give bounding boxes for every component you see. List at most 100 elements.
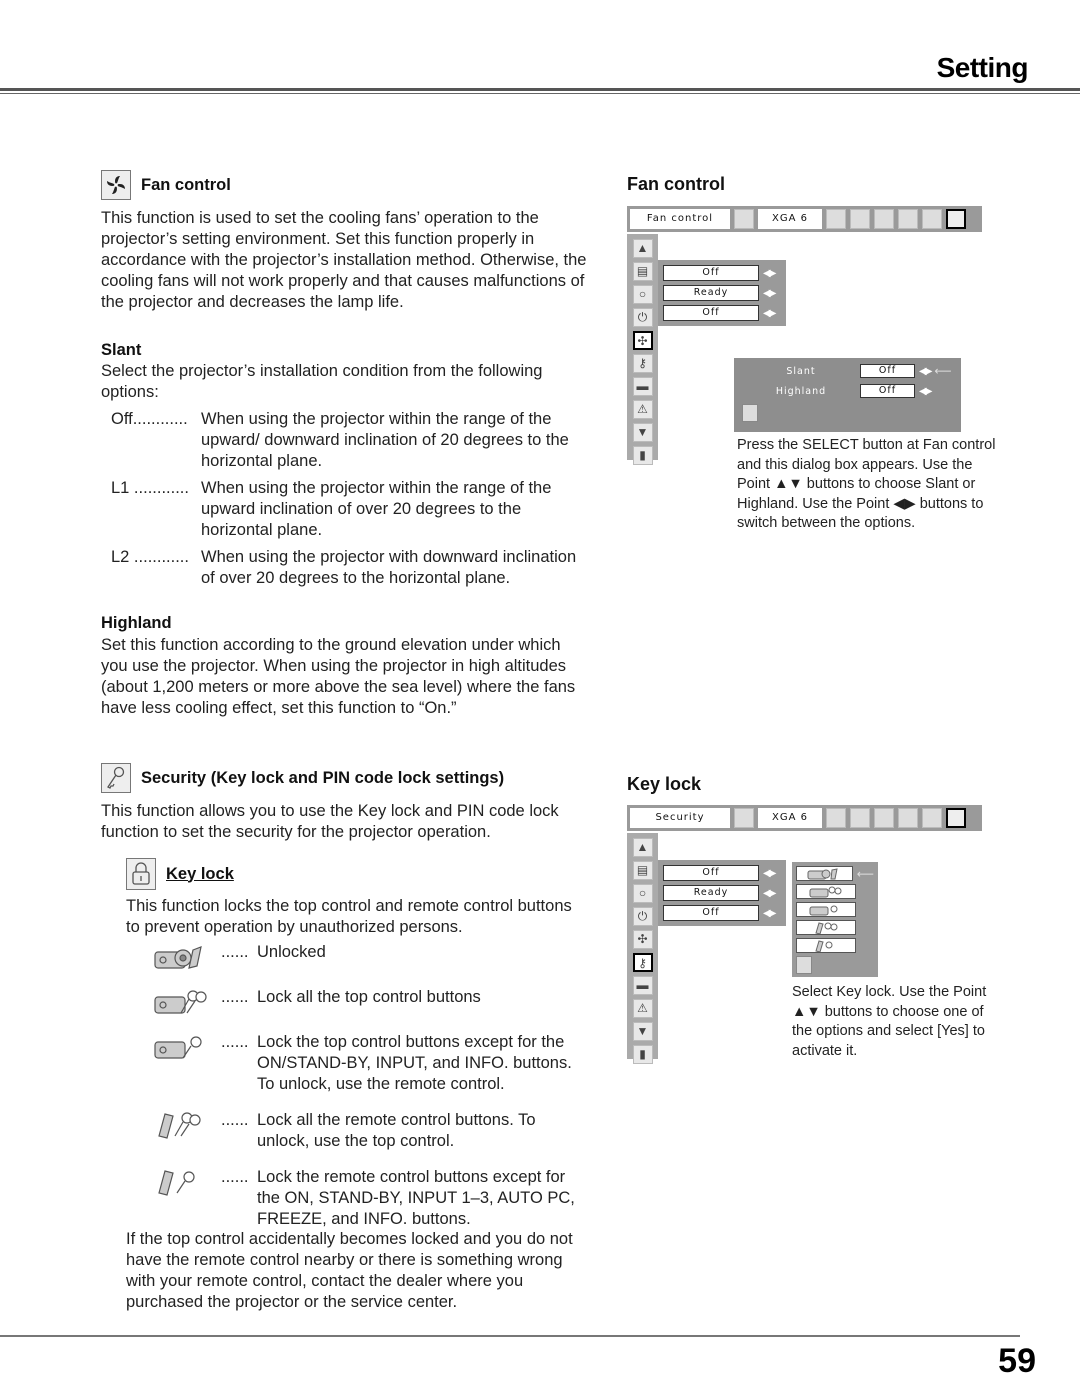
left-right-arrows-icon: ◀▶: [763, 267, 776, 279]
slant-option-desc: When using the projector within the rang…: [201, 410, 569, 470]
keylock-option-desc: Lock the top control buttons except for …: [257, 1033, 572, 1093]
back-arrow-icon: ⟵: [934, 364, 952, 378]
left-right-arrows-icon: ◀▶: [919, 365, 932, 377]
remote-partial-lock-icon[interactable]: [796, 938, 856, 953]
menu-field[interactable]: Off ◀▶: [663, 305, 781, 321]
setting-icon[interactable]: [946, 209, 966, 229]
slant-heading: Slant: [101, 341, 142, 359]
fan-menu-heading: Fan control: [627, 174, 725, 194]
keylock-intro: This function locks the top control and …: [126, 897, 572, 936]
screen-icon[interactable]: [898, 209, 918, 229]
color-balls-icon[interactable]: [850, 808, 870, 828]
security-intro: This function allows you to use the Key …: [101, 802, 559, 841]
screen-icon[interactable]: [898, 808, 918, 828]
menu-field[interactable]: Off ◀▶: [663, 265, 781, 281]
fan-icon[interactable]: ✣: [632, 331, 653, 350]
keylock-option: ...... Lock all the remote control button…: [141, 1110, 591, 1152]
fan-menu-sidebar: ▲ ▤ ○ ⏻ ✣ ⚷ ▬ ⚠ ▼ ▮: [627, 234, 658, 465]
highland-text: Set this function according to the groun…: [101, 636, 576, 717]
projector-partial-lock-icon: [154, 1036, 202, 1059]
remote-partial-lock-icon: [158, 1170, 195, 1196]
fan-control-heading: Fan control: [101, 170, 231, 200]
color-balls-icon[interactable]: [850, 209, 870, 229]
image-adjust-icon[interactable]: [874, 808, 894, 828]
computer-input-icon[interactable]: [734, 209, 754, 229]
warning-icon[interactable]: ⚠: [632, 400, 653, 419]
menu-field[interactable]: Ready ◀▶: [663, 285, 781, 301]
power-plug-icon[interactable]: ⏻: [632, 308, 653, 327]
slant-option: L2 ............ When using the projector…: [101, 547, 591, 589]
page-section-title: Setting: [936, 52, 1029, 83]
keylock-option: ...... Lock the remote control buttons ex…: [141, 1167, 591, 1230]
security-title: Security (Key lock and PIN code lock set…: [141, 768, 505, 787]
page-number: 59: [998, 1342, 1036, 1380]
keylock-option-desc: Lock all the remote control buttons. To …: [257, 1111, 536, 1150]
laptop-icon[interactable]: [826, 209, 846, 229]
keylock-option: ...... Lock all the top control buttons: [141, 987, 591, 1017]
keylock-menu-heading: Key lock: [627, 774, 702, 794]
menu-field[interactable]: Off ◀▶: [663, 865, 781, 881]
keylock-option-desc: Unlocked: [257, 943, 326, 961]
laptop-icon[interactable]: [826, 808, 846, 828]
up-arrow-icon[interactable]: ▲: [632, 239, 653, 258]
exit-icon[interactable]: ▮: [632, 1045, 653, 1064]
gradient-icon[interactable]: ▬: [632, 976, 653, 995]
menu-field[interactable]: Ready ◀▶: [663, 885, 781, 901]
projector-partial-lock-icon[interactable]: [796, 902, 856, 917]
keylock-menu-sidebar: ▲ ▤ ○ ⏻ ✣ ⚷ ▬ ⚠ ▼ ▮: [627, 833, 658, 1064]
lamp-icon[interactable]: ○: [632, 285, 653, 304]
highland-heading: Highland: [101, 614, 172, 632]
down-arrow-icon[interactable]: ▼: [632, 1022, 653, 1041]
computer-input-icon[interactable]: [734, 808, 754, 828]
remote-all-locked-icon[interactable]: [796, 920, 856, 935]
keylock-option-desc: Lock the remote control buttons except f…: [257, 1168, 575, 1228]
left-right-arrows-icon: ◀▶: [763, 867, 776, 879]
fan-dialog: Slant Off ◀▶ ⟵ Highland Off ◀▶: [734, 358, 961, 432]
header-rule-thin: [0, 93, 1080, 94]
warning-icon[interactable]: ⚠: [632, 999, 653, 1018]
slant-option-key: Off............: [111, 410, 188, 428]
gradient-icon[interactable]: ▬: [632, 377, 653, 396]
fan-control-title: Fan control: [141, 175, 231, 194]
slant-option: L1 ............ When using the projector…: [101, 478, 591, 541]
sound-icon[interactable]: [922, 808, 942, 828]
keylock-menu-topbar: Security XGA 6: [627, 805, 982, 831]
key-icon[interactable]: ⚷: [632, 354, 653, 373]
projector-all-locked-icon[interactable]: [796, 884, 856, 899]
dialog-row-highland[interactable]: Highland Off ◀▶: [742, 384, 953, 398]
fan-control-intro: This function is used to set the cooling…: [101, 209, 587, 311]
slant-option-desc: When using the projector within the rang…: [201, 479, 552, 539]
remote-all-locked-icon: [158, 1112, 201, 1139]
setting-icon[interactable]: [946, 808, 966, 828]
source-label: XGA 6: [758, 209, 822, 229]
exit-icon[interactable]: [796, 956, 812, 974]
footer-rule: [0, 1335, 1020, 1337]
exit-icon[interactable]: ▮: [632, 446, 653, 465]
keylock-menu-caption: Select Key lock. Use the Point ▲▼ button…: [792, 984, 987, 1059]
fan-icon: [101, 170, 131, 200]
sound-icon[interactable]: [922, 209, 942, 229]
menu-field[interactable]: Off ◀▶: [663, 905, 781, 921]
fan-icon[interactable]: ✣: [632, 930, 653, 949]
keylock-option-desc: Lock all the top control buttons: [257, 988, 481, 1006]
display-icon[interactable]: ▤: [632, 262, 653, 281]
projector-unlocked-icon[interactable]: [796, 866, 853, 881]
dialog-row-slant[interactable]: Slant Off ◀▶ ⟵: [742, 364, 953, 378]
projector-all-locked-icon: [154, 990, 207, 1014]
keylock-option: ...... Lock the top control buttons excep…: [141, 1032, 591, 1095]
lamp-icon[interactable]: ○: [632, 884, 653, 903]
image-adjust-icon[interactable]: [874, 209, 894, 229]
key-icon[interactable]: ⚷: [632, 953, 653, 972]
left-right-arrows-icon: ◀▶: [763, 887, 776, 899]
exit-icon[interactable]: [742, 404, 758, 422]
power-plug-icon[interactable]: ⏻: [632, 907, 653, 926]
up-arrow-icon[interactable]: ▲: [632, 838, 653, 857]
display-icon[interactable]: ▤: [632, 861, 653, 880]
keylock-heading: Key lock: [126, 858, 234, 890]
keylock-title: Key lock: [166, 864, 234, 883]
slant-intro: Select the projector’s installation cond…: [101, 362, 543, 401]
down-arrow-icon[interactable]: ▼: [632, 423, 653, 442]
slant-option-key: L2 ............: [111, 548, 189, 566]
keylock-option: ...... Unlocked: [141, 942, 591, 972]
fan-menu-fields: Off ◀▶ Ready ◀▶ Off ◀▶: [658, 260, 786, 326]
